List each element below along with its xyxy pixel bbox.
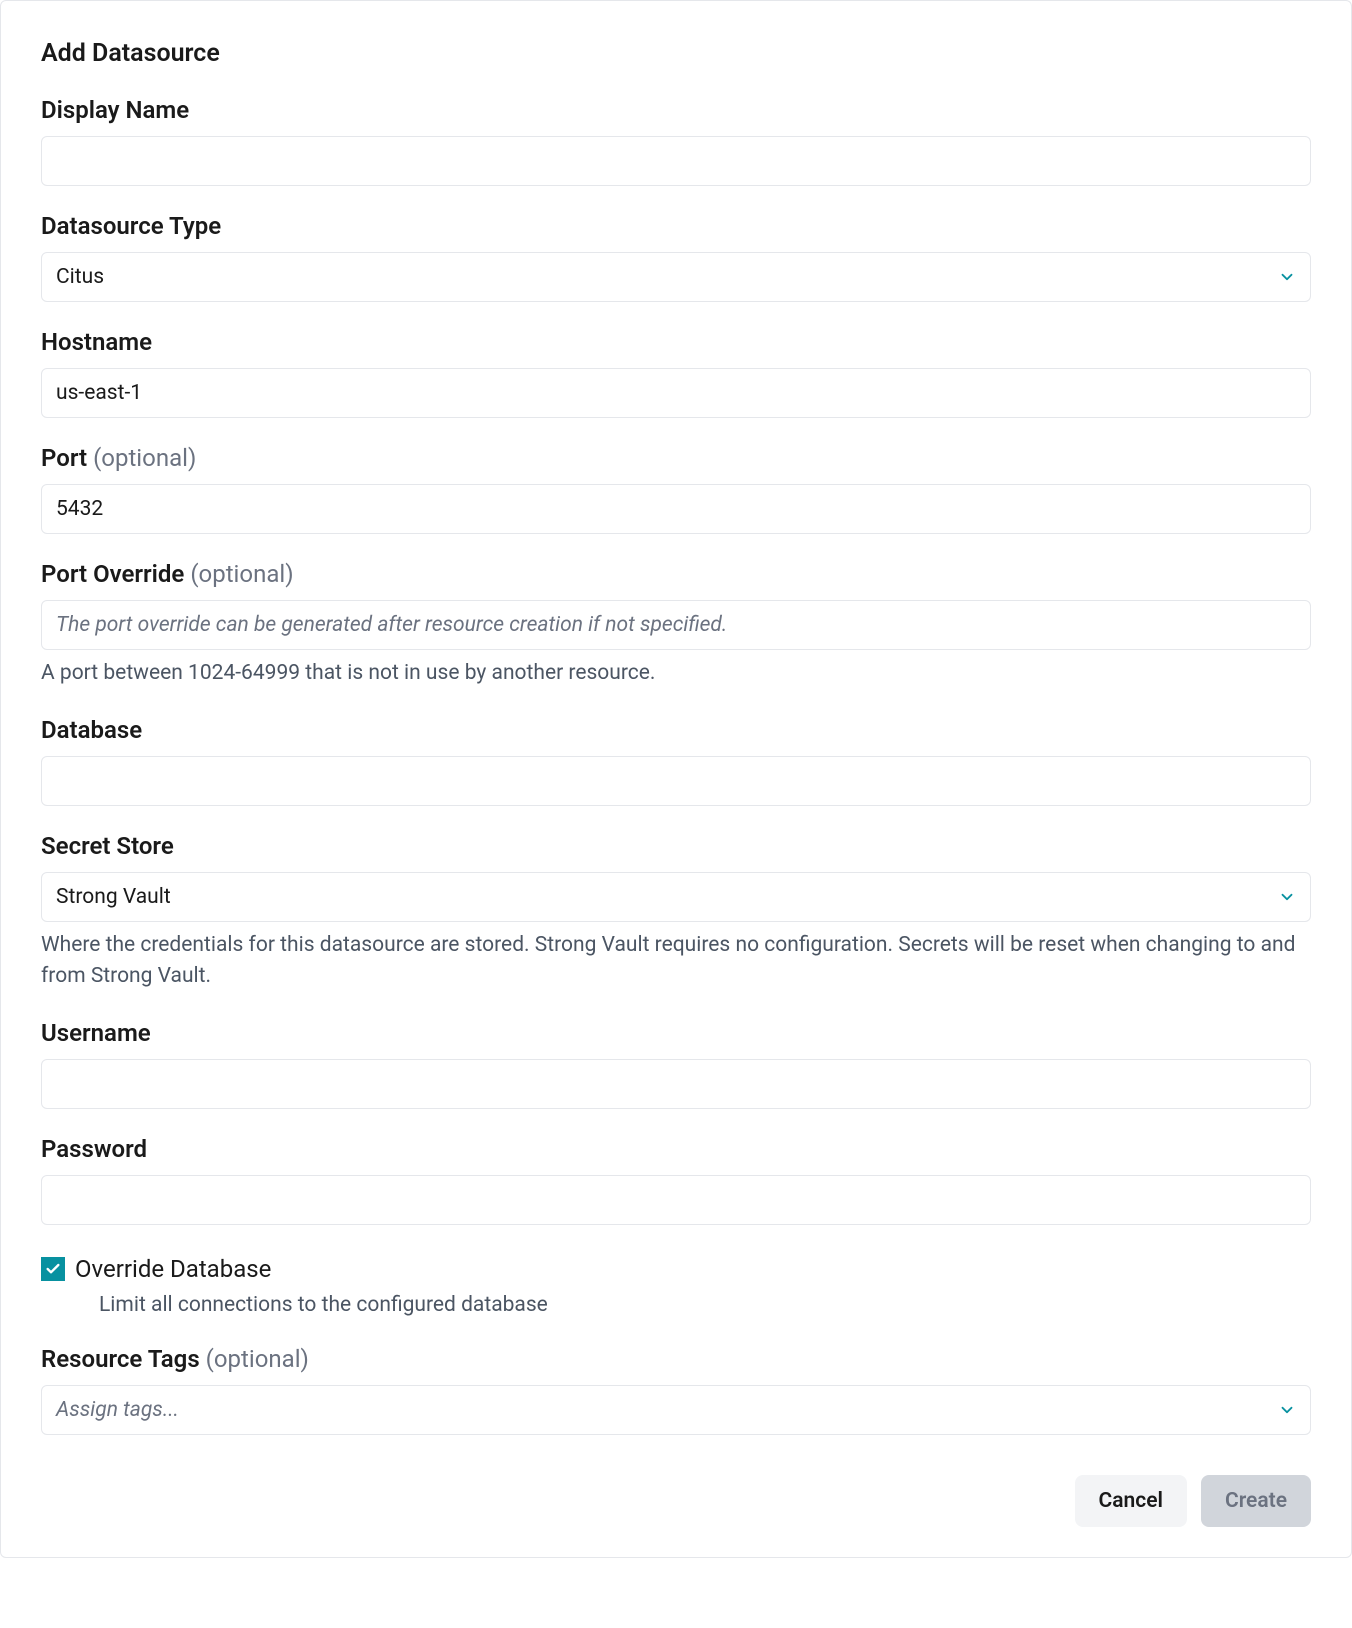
datasource-type-select[interactable]: Citus [41, 252, 1311, 302]
resource-tags-placeholder: Assign tags... [56, 1398, 179, 1422]
port-override-group: Port Override (optional) A port between … [41, 560, 1311, 690]
username-label: Username [41, 1019, 1311, 1047]
override-database-checkbox[interactable] [41, 1257, 65, 1281]
datasource-type-value: Citus [56, 265, 104, 289]
secret-store-group: Secret Store Strong Vault Where the cred… [41, 832, 1311, 993]
display-name-input[interactable] [41, 136, 1311, 186]
secret-store-help: Where the credentials for this datasourc… [41, 930, 1311, 993]
panel-title: Add Datasource [41, 39, 1311, 68]
password-group: Password [41, 1135, 1311, 1225]
hostname-label: Hostname [41, 328, 1311, 356]
resource-tags-group: Resource Tags (optional) Assign tags... [41, 1345, 1311, 1435]
database-group: Database [41, 716, 1311, 806]
password-label: Password [41, 1135, 1311, 1163]
button-row: Cancel Create [41, 1475, 1311, 1527]
chevron-down-icon [1278, 1401, 1296, 1419]
resource-tags-label: Resource Tags (optional) [41, 1345, 1311, 1373]
port-group: Port (optional) [41, 444, 1311, 534]
datasource-type-group: Datasource Type Citus [41, 212, 1311, 302]
override-database-label: Override Database [75, 1255, 271, 1283]
chevron-down-icon [1278, 268, 1296, 286]
secret-store-value: Strong Vault [56, 885, 171, 909]
chevron-down-icon [1278, 888, 1296, 906]
resource-tags-select[interactable]: Assign tags... [41, 1385, 1311, 1435]
username-input[interactable] [41, 1059, 1311, 1109]
display-name-label: Display Name [41, 96, 1311, 124]
hostname-group: Hostname [41, 328, 1311, 418]
hostname-input[interactable] [41, 368, 1311, 418]
override-database-help: Limit all connections to the configured … [99, 1293, 1311, 1317]
database-label: Database [41, 716, 1311, 744]
cancel-button[interactable]: Cancel [1075, 1475, 1187, 1527]
port-label: Port (optional) [41, 444, 1311, 472]
create-button[interactable]: Create [1201, 1475, 1311, 1527]
secret-store-select[interactable]: Strong Vault [41, 872, 1311, 922]
datasource-type-label: Datasource Type [41, 212, 1311, 240]
port-input[interactable] [41, 484, 1311, 534]
add-datasource-panel: Add Datasource Display Name Datasource T… [0, 0, 1352, 1558]
secret-store-label: Secret Store [41, 832, 1311, 860]
username-group: Username [41, 1019, 1311, 1109]
display-name-group: Display Name [41, 96, 1311, 186]
override-database-row: Override Database [41, 1255, 1311, 1283]
port-override-input[interactable] [41, 600, 1311, 650]
port-override-help: A port between 1024-64999 that is not in… [41, 658, 1311, 690]
database-input[interactable] [41, 756, 1311, 806]
port-override-label: Port Override (optional) [41, 560, 1311, 588]
password-input[interactable] [41, 1175, 1311, 1225]
